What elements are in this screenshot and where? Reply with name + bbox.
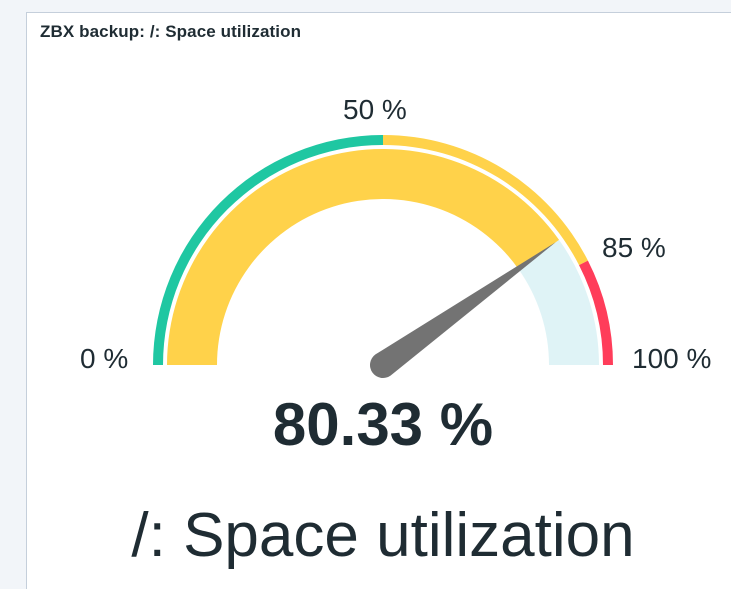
scale-label-max: 100 % <box>632 343 712 374</box>
gauge-value-arc <box>167 148 560 365</box>
gauge-value-text: 80.33 % <box>272 391 494 458</box>
scale-label-mid: 50 % <box>343 94 407 125</box>
scale-label-min: 0 % <box>80 343 129 374</box>
gauge-needle <box>369 242 556 379</box>
gauge-description: /: Space utilization <box>131 501 635 570</box>
scale-label-warn: 85 % <box>602 232 666 263</box>
